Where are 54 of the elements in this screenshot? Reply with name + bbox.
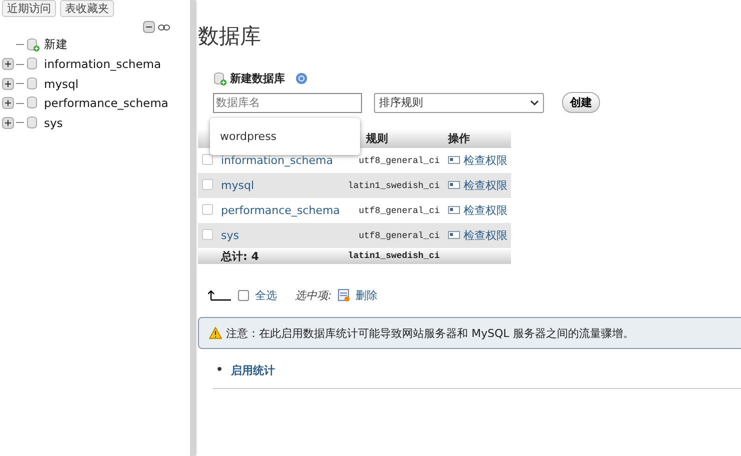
row-checkbox[interactable] [202,204,213,214]
column-header: 操作 [444,129,512,148]
select-all-label[interactable]: 全选 [255,288,277,303]
section-heading: 新建数据库 [230,71,285,86]
chevron-icon [530,100,539,106]
database-icon [26,57,40,72]
database-link[interactable]: mysql [221,179,254,192]
notice-text: 注意：在此启用数据库统计可能导致网站服务器和 MySQL 服务器之间的流量骤增。 [226,326,634,340]
sidebar-tab[interactable]: 表收藏夹 [60,0,114,17]
warning-icon [209,327,222,339]
tree-item[interactable]: mysql [44,76,78,91]
database-icon [26,116,40,130]
select-all-checkbox[interactable] [238,290,249,301]
row-checkbox[interactable] [202,228,213,240]
table-cell: latin1_swedish_ci [344,248,444,264]
expand-icon[interactable] [2,97,14,110]
database-name-field[interactable]: 数据库名 [213,92,362,112]
create-button[interactable]: 创建 [562,92,600,113]
expand-icon[interactable] [2,78,14,90]
row-checkbox[interactable] [202,178,213,190]
arrow-icon [208,290,232,301]
total-label: 总计: 4 [217,248,344,264]
table-cell: latin1_swedish_ci [344,173,444,198]
suggestion-item[interactable]: wordpress [220,130,360,143]
collapse-icon[interactable] [143,21,155,33]
page-title: 数据库 [198,23,262,50]
link-icon[interactable] [158,24,170,30]
tree-item[interactable]: information_schema [44,57,162,72]
table-cell: utf8_general_ci [344,148,444,173]
check-privileges-link[interactable]: 检查权限 [463,154,508,167]
tree-item[interactable]: 新建 [44,37,68,52]
expand-icon[interactable] [2,116,14,129]
check-privileges-link[interactable]: 检查权限 [463,204,508,217]
database-icon [26,96,40,110]
bullet: • [216,363,224,378]
drop-link[interactable]: 删除 [356,288,378,303]
with-selected-label: 选中项: [295,288,332,303]
column-header[interactable]: 规则 [366,132,388,145]
new-database-icon [26,38,40,52]
table-cell: utf8_general_ci [344,198,444,223]
row-checkbox[interactable] [202,154,213,164]
help-icon[interactable] [296,73,307,84]
tree-item[interactable]: performance_schema [44,96,168,110]
table-cell: utf8_general_ci [344,223,444,248]
database-link[interactable]: information_schema [221,154,333,167]
expand-icon[interactable] [2,58,14,70]
new-database-icon [213,72,227,86]
database-link[interactable]: sys [221,229,239,242]
sidebar-tab[interactable]: 近期访问 [2,0,56,17]
database-icon [26,76,40,91]
tree-item[interactable]: sys [44,116,63,130]
database-link[interactable]: performance_schema [221,204,340,217]
enable-statistics-link[interactable]: 启用统计 [231,363,276,378]
collation-select[interactable]: 排序规则 [374,92,544,112]
